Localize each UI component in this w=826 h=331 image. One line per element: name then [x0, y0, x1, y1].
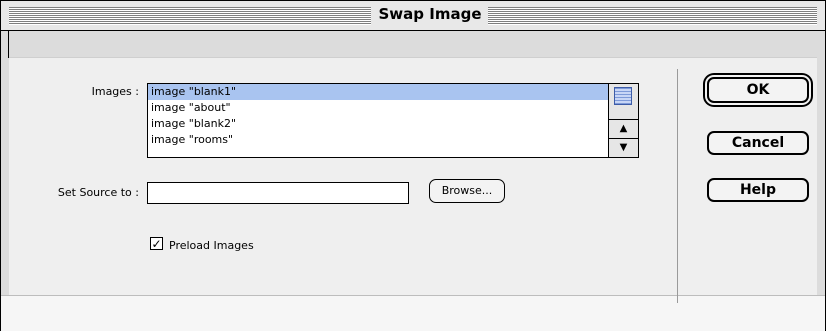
images-label: Images : — [91, 85, 139, 98]
scroll-down-icon[interactable]: ▼ — [609, 138, 638, 157]
image-list-item[interactable]: image "blank2" — [148, 116, 609, 132]
image-list-item[interactable]: image "blank1" — [148, 84, 609, 100]
scroll-thumb[interactable] — [614, 87, 632, 105]
title-stripes-left — [9, 7, 371, 25]
image-list-item[interactable]: image "rooms" — [148, 132, 609, 148]
browse-button[interactable]: Browse... — [429, 179, 505, 203]
cancel-button[interactable]: Cancel — [707, 131, 809, 155]
image-list-item[interactable]: image "about" — [148, 100, 609, 116]
preload-images-label: Preload Images — [169, 239, 254, 252]
images-list-scrollbar[interactable]: ▲ ▼ — [608, 84, 638, 157]
images-list-items: image "blank1" image "about" image "blank2… — [148, 84, 609, 157]
title-stripes-right — [488, 7, 817, 25]
dialog-footer-area — [1, 295, 825, 331]
images-list[interactable]: image "blank1" image "about" image "blank2… — [147, 83, 639, 158]
title-bar[interactable]: Swap Image — [1, 1, 825, 31]
preload-images-checkbox[interactable]: ✓ — [150, 237, 163, 250]
left-divider — [8, 31, 9, 58]
source-input[interactable] — [147, 182, 409, 204]
ok-button[interactable]: OK — [707, 77, 809, 103]
dialog-title: Swap Image — [378, 5, 482, 23]
help-button[interactable]: Help — [707, 178, 809, 202]
vertical-separator — [677, 69, 678, 303]
swap-image-dialog: Swap Image Images : image "blank1" image … — [0, 0, 826, 331]
set-source-label: Set Source to : — [57, 186, 139, 199]
scroll-up-icon[interactable]: ▲ — [609, 119, 638, 138]
